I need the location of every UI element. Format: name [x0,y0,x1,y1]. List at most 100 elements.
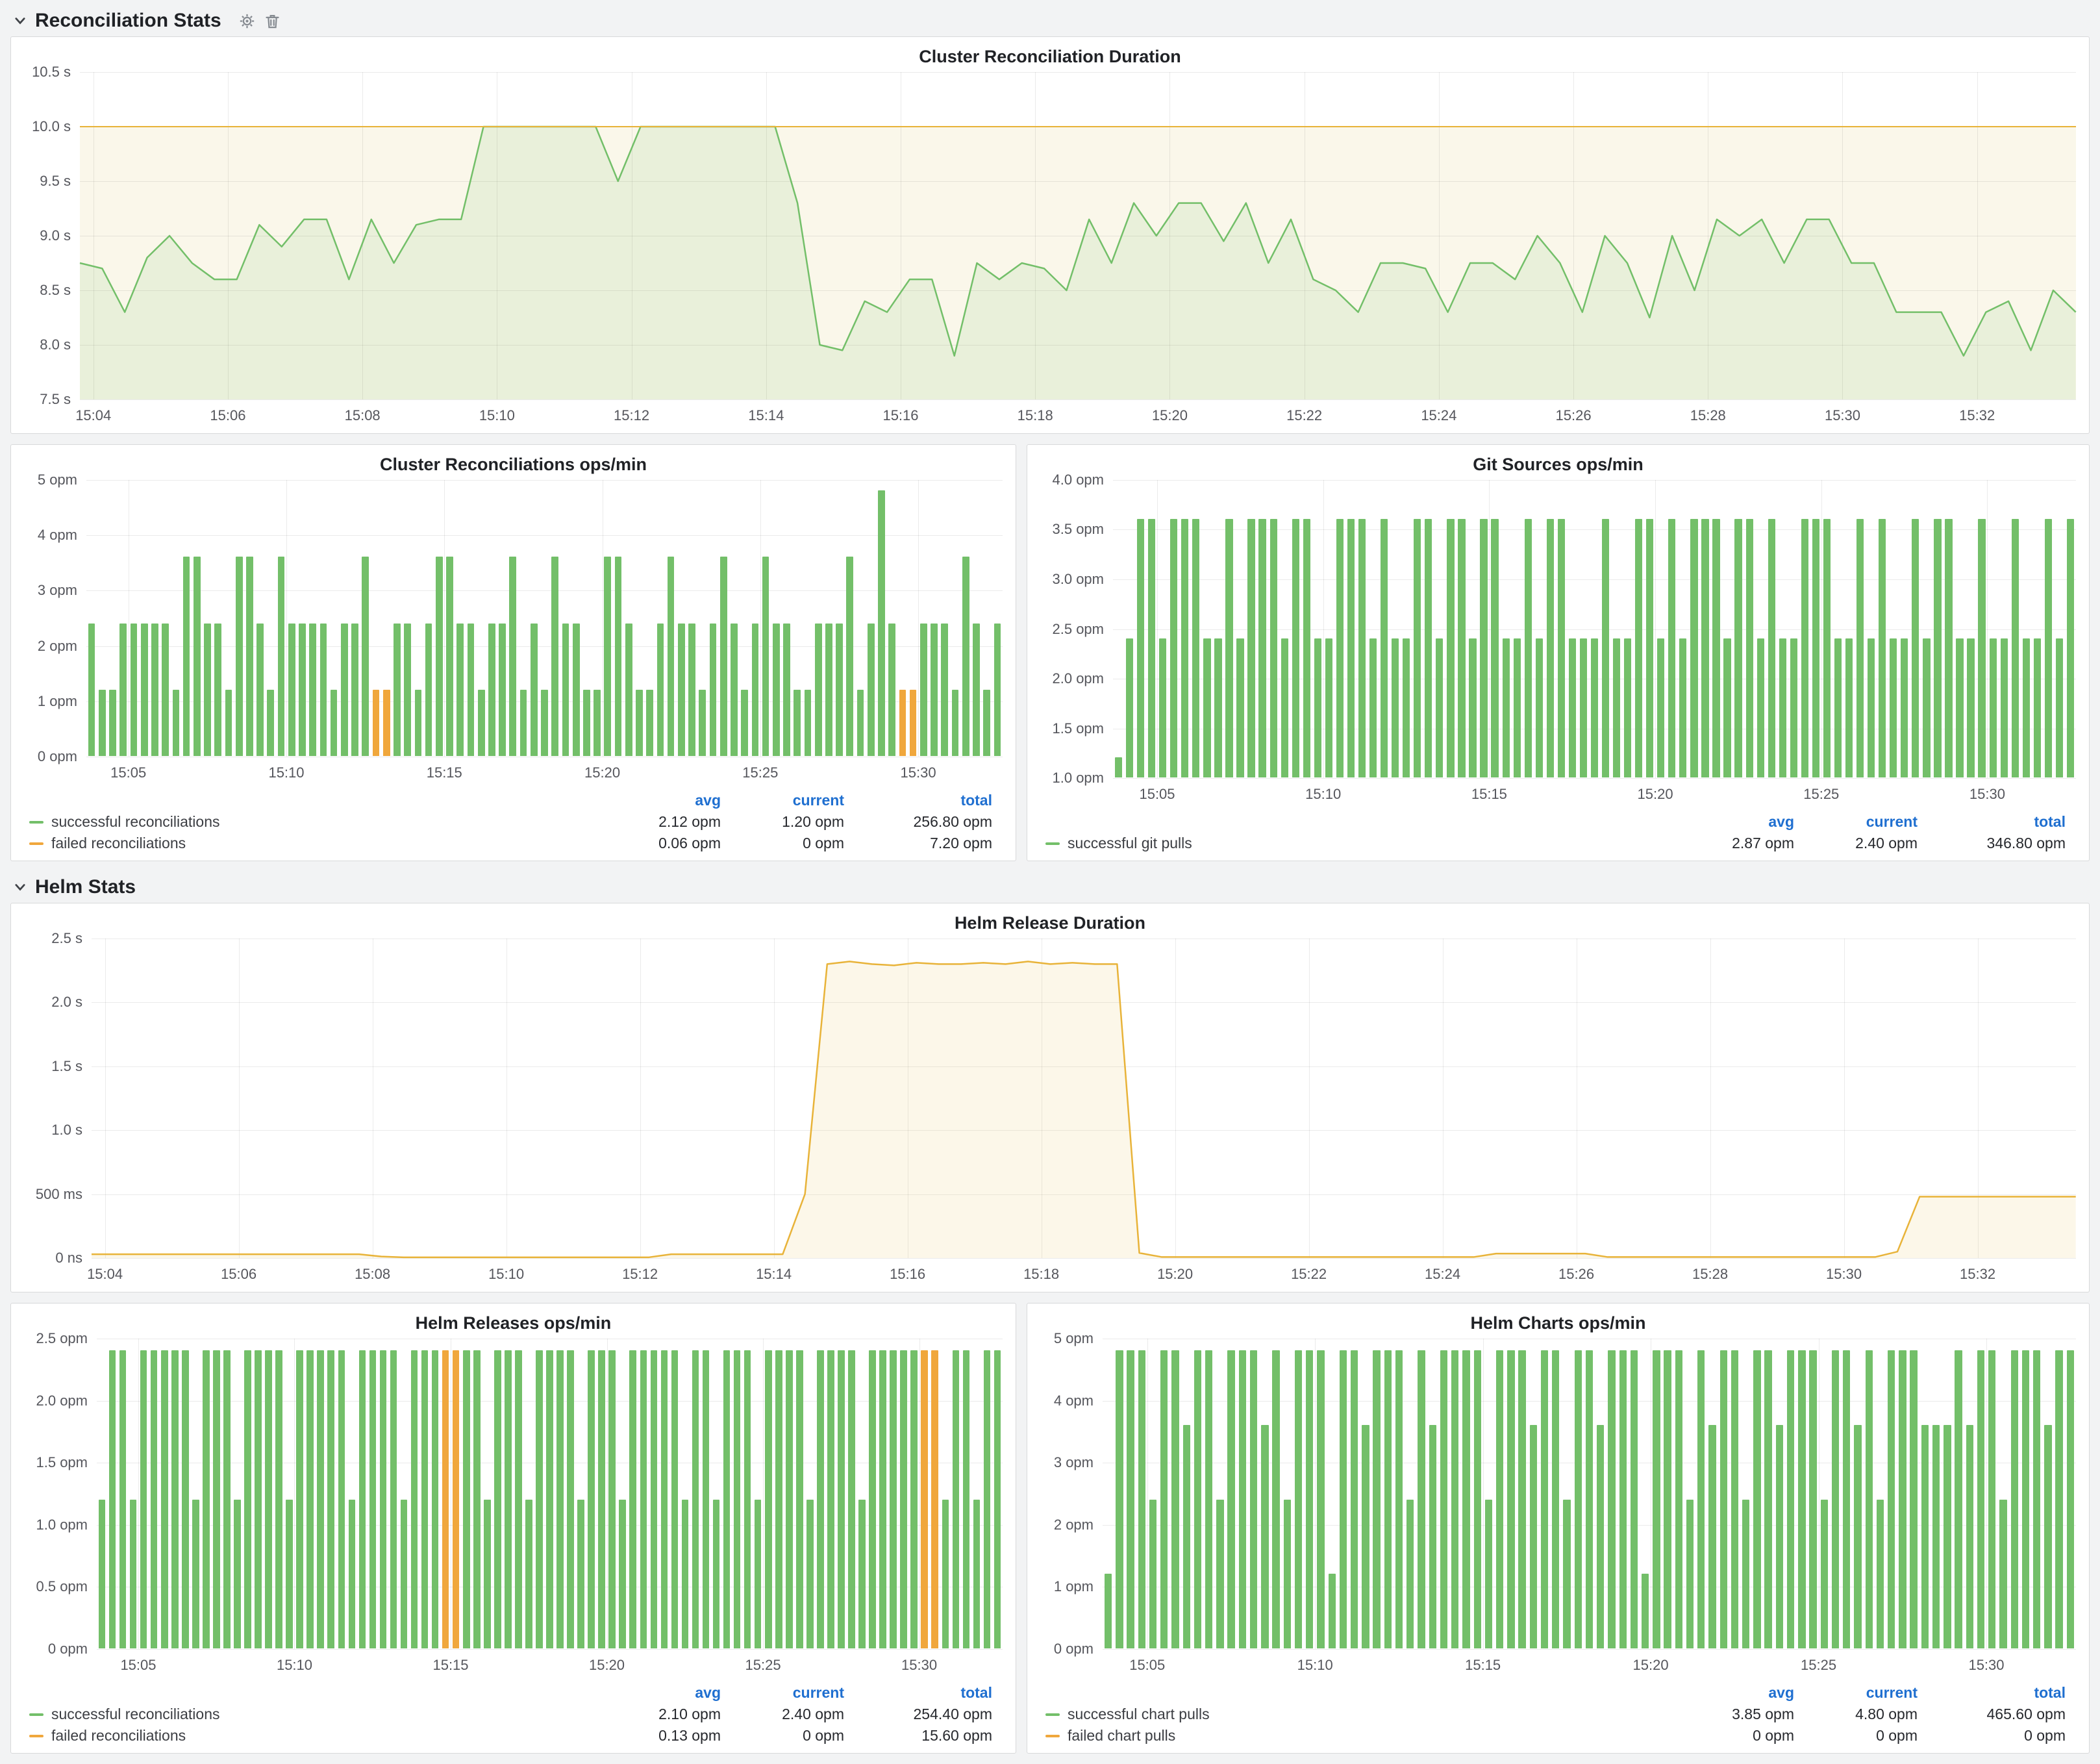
bar[interactable] [373,690,380,756]
bar[interactable] [531,624,538,756]
bar[interactable] [488,624,495,756]
bar[interactable] [1205,1350,1212,1648]
bar[interactable] [1558,519,1565,777]
bar[interactable] [484,1500,491,1648]
bar[interactable] [1742,1500,1749,1648]
bar[interactable] [1261,1425,1268,1648]
bar[interactable] [1854,1425,1861,1648]
bar[interactable] [1955,1350,1962,1648]
bar[interactable] [327,1350,334,1648]
bar[interactable] [1708,1425,1716,1648]
bar[interactable] [1845,638,1853,777]
bar[interactable] [267,690,274,756]
bar[interactable] [1325,638,1332,777]
bar[interactable] [509,557,516,756]
bar[interactable] [88,624,95,756]
bar[interactable] [223,1350,231,1648]
bar[interactable] [162,624,169,756]
bar[interactable] [765,1350,772,1648]
bar[interactable] [1414,519,1421,777]
bar[interactable] [411,1350,418,1648]
bar[interactable] [1503,638,1510,777]
bar[interactable] [383,690,390,756]
bar[interactable] [1436,638,1443,777]
bar[interactable] [657,624,664,756]
bar[interactable] [1384,1350,1392,1648]
bar[interactable] [2055,1350,2062,1648]
bar[interactable] [688,624,695,756]
bar[interactable] [1635,519,1642,777]
bar[interactable] [421,1350,429,1648]
bar[interactable] [1653,1350,1660,1648]
bar[interactable] [1832,1350,1839,1648]
bar[interactable] [1934,519,1941,777]
bar[interactable] [775,1350,782,1648]
bar[interactable] [562,624,569,756]
bar[interactable] [731,624,738,756]
bar[interactable] [941,624,948,756]
bar[interactable] [1723,638,1731,777]
bar[interactable] [1137,519,1144,777]
bar[interactable] [141,624,148,756]
bar[interactable] [1284,1500,1291,1648]
plot-area[interactable] [1113,480,2076,778]
bar[interactable] [1336,519,1344,777]
bar[interactable] [1990,638,1997,777]
plot-area[interactable] [80,72,2076,399]
bar[interactable] [130,1500,137,1648]
bar[interactable] [2045,519,2052,777]
bar[interactable] [636,690,643,756]
bar[interactable] [1303,519,1310,777]
bar[interactable] [1921,1425,1929,1648]
bar[interactable] [1525,519,1532,777]
bar[interactable] [890,1350,897,1648]
bar[interactable] [478,690,485,756]
bar[interactable] [432,1350,439,1648]
plot-area[interactable] [92,939,2076,1258]
bar[interactable] [588,1350,595,1648]
bar[interactable] [1580,638,1587,777]
bar[interactable] [296,1350,303,1648]
bar[interactable] [1485,1500,1492,1648]
bar[interactable] [394,624,401,756]
bar[interactable] [2044,1425,2051,1648]
legend-series-name[interactable]: failed reconciliations [51,1727,186,1745]
bar[interactable] [131,624,138,756]
bar[interactable] [236,557,243,756]
bar[interactable] [1469,638,1476,777]
legend-series-name[interactable]: successful reconciliations [51,1706,220,1723]
bar[interactable] [671,1350,679,1648]
bar[interactable] [1801,519,1808,777]
bar[interactable] [1462,1350,1469,1648]
bar[interactable] [900,1350,907,1648]
bar[interactable] [1679,638,1686,777]
bar[interactable] [625,624,632,756]
bar[interactable] [879,1350,886,1648]
bar[interactable] [1776,1425,1783,1648]
bar[interactable] [1329,1574,1336,1648]
bar[interactable] [846,557,853,756]
bar[interactable] [931,1350,938,1648]
bar[interactable] [1675,1350,1682,1648]
bar[interactable] [1306,1350,1313,1648]
legend-series-name[interactable]: failed chart pulls [1068,1727,1175,1745]
bar[interactable] [692,1350,699,1648]
bar[interactable] [973,624,980,756]
bar[interactable] [1127,1350,1134,1648]
bar[interactable] [109,1350,116,1648]
bar[interactable] [1901,638,1908,777]
legend-col-avg[interactable]: avg [601,792,725,809]
bar[interactable] [1149,1500,1156,1648]
bar[interactable] [1809,1350,1816,1648]
bar[interactable] [1227,1350,1234,1648]
bar[interactable] [1569,638,1576,777]
bar[interactable] [2001,638,2008,777]
bar[interactable] [1879,519,1886,777]
bar[interactable] [213,1350,220,1648]
gear-icon[interactable] [238,12,256,30]
bar[interactable] [1690,519,1697,777]
bar[interactable] [640,1350,647,1648]
bar[interactable] [536,1350,543,1648]
bar[interactable] [1888,1350,1895,1648]
bar[interactable] [140,1350,147,1648]
